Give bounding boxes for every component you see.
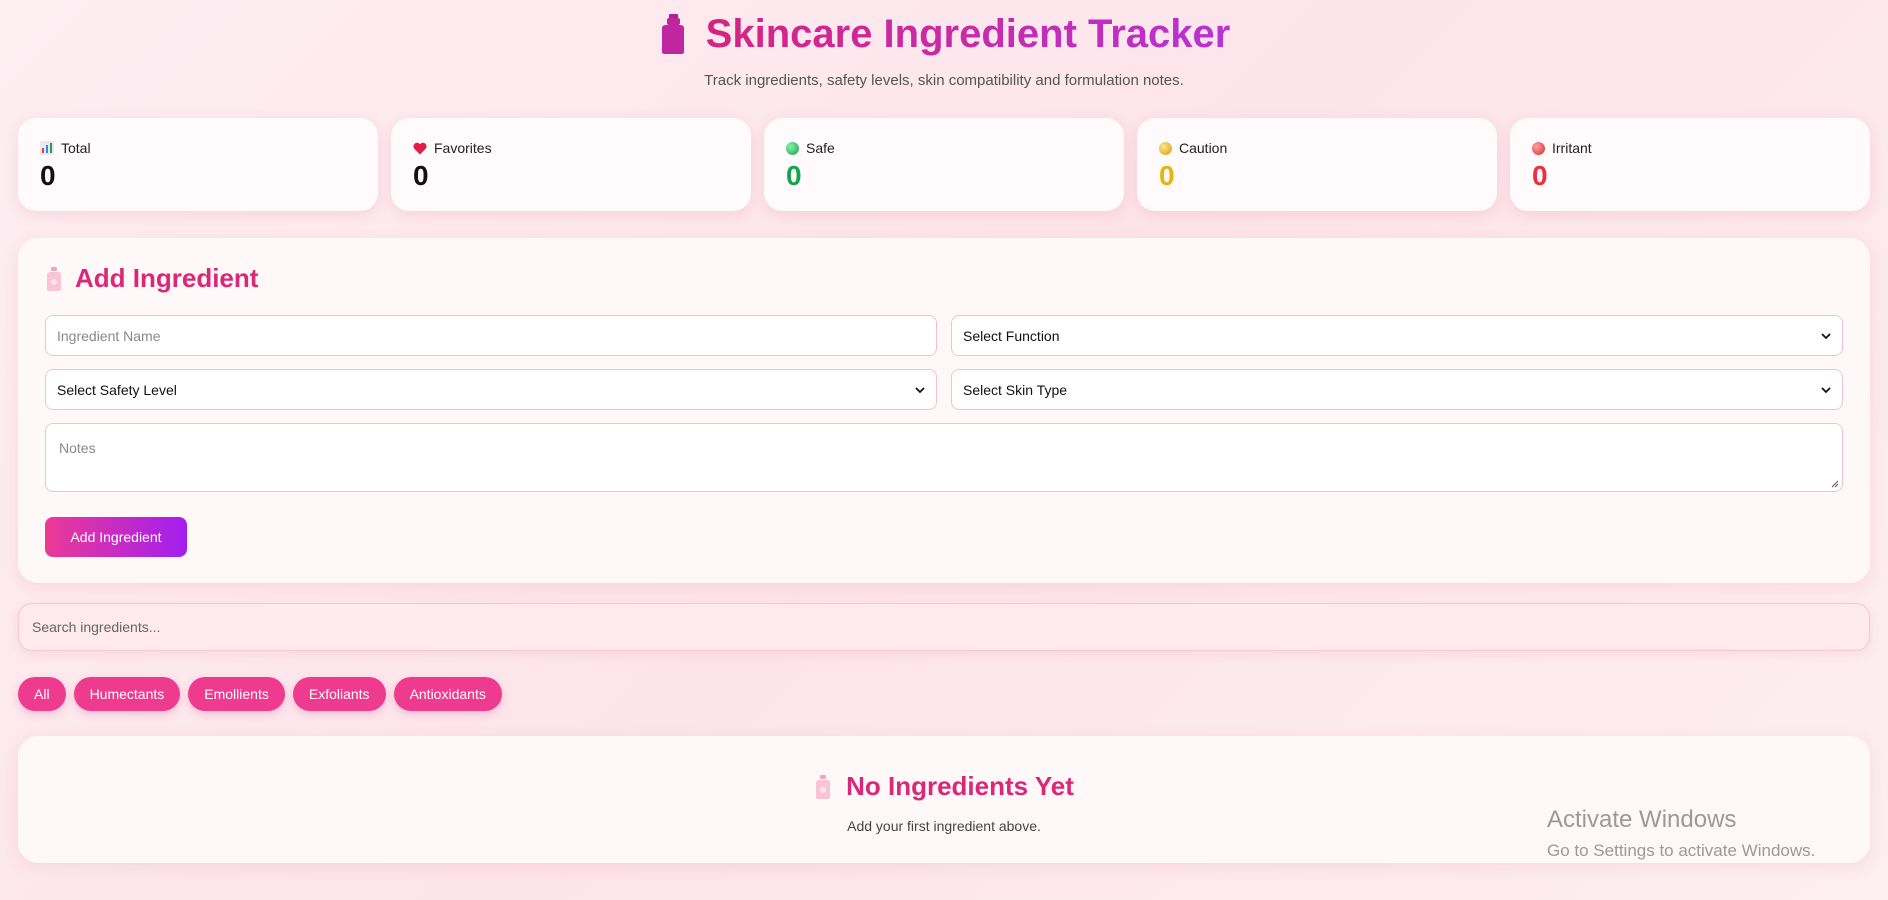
- ingredient-name-input[interactable]: Ingredient Name: [45, 315, 937, 356]
- filter-chip-emollients[interactable]: Emollients: [188, 677, 285, 711]
- stat-label-row: Total: [40, 140, 356, 156]
- search-input[interactable]: Search ingredients...: [18, 603, 1870, 651]
- notes-textarea[interactable]: Notes: [45, 423, 1843, 492]
- add-ingredient-heading: Add Ingredient: [45, 263, 1843, 294]
- stat-value-caution: 0: [1159, 160, 1175, 191]
- stat-label-row: Caution: [1159, 140, 1475, 156]
- activate-windows-watermark: Activate Windows Go to Settings to activ…: [1547, 806, 1815, 861]
- filter-chip-all[interactable]: All: [18, 677, 66, 711]
- function-select-value: Select Function: [963, 327, 1060, 344]
- lotion-bottle-icon: [661, 14, 684, 54]
- stat-card-favorites: Favorites 0: [391, 118, 751, 211]
- page-subtitle: Track ingredients, safety levels, skin c…: [704, 72, 1184, 89]
- add-ingredient-button[interactable]: Add Ingredient: [45, 517, 187, 557]
- title-row: Skincare Ingredient Tracker: [0, 8, 1888, 60]
- ingredient-name-placeholder: Ingredient Name: [57, 327, 161, 344]
- skin-type-select-value: Select Skin Type: [963, 381, 1068, 398]
- stat-label: Total: [61, 140, 91, 156]
- function-select[interactable]: Select Function: [951, 315, 1843, 356]
- chevron-down-icon: [1821, 332, 1831, 339]
- stat-label: Caution: [1179, 140, 1228, 156]
- stat-label-row: Safe: [786, 140, 1102, 156]
- stat-label: Safe: [806, 140, 835, 156]
- stat-card-irritant: Irritant 0: [1510, 118, 1870, 211]
- safety-level-select-value: Select Safety Level: [57, 381, 177, 398]
- filter-chip-humectants[interactable]: Humectants: [73, 677, 181, 711]
- stat-label: Irritant: [1552, 140, 1592, 156]
- stat-card-safe: Safe 0: [764, 118, 1124, 211]
- page-title: Skincare Ingredient Tracker: [705, 11, 1231, 56]
- red-circle-icon: [1532, 141, 1545, 155]
- add-ingredient-form: Ingredient Name Select Function Select S…: [45, 315, 1843, 410]
- heart-icon: [413, 142, 427, 154]
- filter-chips: All Humectants Emollients Exfoliants Ant…: [18, 677, 1870, 711]
- chevron-down-icon: [1821, 386, 1831, 393]
- stat-card-total: Total 0: [18, 118, 378, 211]
- stats-row: Total 0 Favorites 0 Safe 0 Caution 0 Irr…: [0, 118, 1888, 211]
- resize-handle-icon[interactable]: [1830, 479, 1839, 488]
- stat-card-caution: Caution 0: [1137, 118, 1497, 211]
- stat-value-total: 0: [40, 160, 56, 191]
- stat-value-favorites: 0: [413, 160, 429, 191]
- safety-level-select[interactable]: Select Safety Level: [45, 369, 937, 410]
- notes-placeholder: Notes: [59, 440, 96, 456]
- search-placeholder: Search ingredients...: [32, 619, 161, 635]
- watermark-line2: Go to Settings to activate Windows.: [1547, 841, 1816, 860]
- stat-label-row: Irritant: [1532, 140, 1848, 156]
- add-ingredient-title: Add Ingredient: [75, 263, 259, 293]
- page-header: Skincare Ingredient Tracker Track ingred…: [0, 0, 1888, 89]
- yellow-circle-icon: [1159, 141, 1172, 155]
- chevron-down-icon: [915, 386, 925, 393]
- add-ingredient-card: Add Ingredient Ingredient Name Select Fu…: [18, 238, 1870, 583]
- stat-value-irritant: 0: [1532, 160, 1548, 191]
- bar-chart-icon: [40, 141, 54, 155]
- empty-state-title: No Ingredients Yet: [846, 771, 1074, 801]
- lotion-bottle-icon: [816, 774, 831, 799]
- filter-chip-antioxidants[interactable]: Antioxidants: [393, 677, 502, 711]
- filter-chip-exfoliants[interactable]: Exfoliants: [292, 677, 386, 711]
- green-circle-icon: [786, 141, 799, 155]
- stat-value-safe: 0: [786, 160, 802, 191]
- skin-type-select[interactable]: Select Skin Type: [951, 369, 1843, 410]
- stat-label-row: Favorites: [413, 140, 729, 156]
- empty-state-heading: No Ingredients Yet: [814, 771, 1074, 802]
- lotion-bottle-icon: [47, 266, 61, 291]
- watermark-line1: Activate Windows: [1547, 806, 1737, 833]
- stat-label: Favorites: [434, 140, 492, 156]
